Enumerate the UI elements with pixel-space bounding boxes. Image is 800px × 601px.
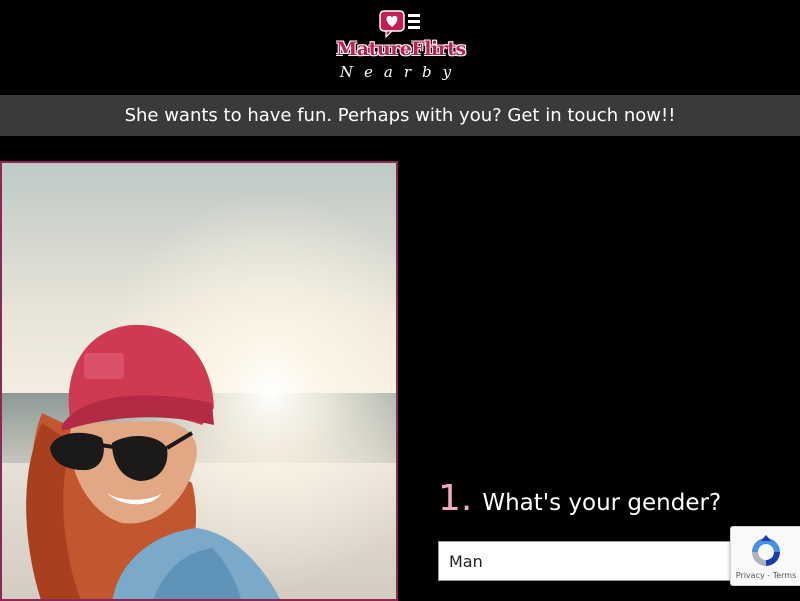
recaptcha-terms-link[interactable]: Terms bbox=[773, 571, 797, 580]
logo-sub-text: Nearby bbox=[339, 63, 463, 81]
profile-photo bbox=[0, 161, 398, 601]
beach-woman-image bbox=[2, 163, 396, 599]
recaptcha-badge[interactable]: Privacy - Terms bbox=[730, 526, 800, 586]
recaptcha-privacy-link[interactable]: Privacy bbox=[736, 571, 765, 580]
chat-heart-icon bbox=[379, 10, 420, 38]
recaptcha-links: Privacy - Terms bbox=[731, 571, 800, 580]
site-logo[interactable]: MatureFlirts Nearby bbox=[330, 8, 472, 82]
logo-main-text: MatureFlirts bbox=[336, 38, 466, 60]
promo-banner: She wants to have fun. Perhaps with you?… bbox=[0, 95, 800, 136]
site-header: MatureFlirts Nearby bbox=[0, 0, 800, 95]
question-number: 1. bbox=[438, 478, 473, 519]
banner-text: She wants to have fun. Perhaps with you?… bbox=[124, 105, 676, 126]
question-text: What's your gender? bbox=[482, 490, 722, 516]
gender-question: 1. What's your gender? bbox=[438, 478, 721, 522]
recaptcha-icon bbox=[752, 535, 780, 566]
gender-select-value: Man bbox=[449, 551, 483, 571]
recaptcha-separator: - bbox=[764, 571, 773, 580]
